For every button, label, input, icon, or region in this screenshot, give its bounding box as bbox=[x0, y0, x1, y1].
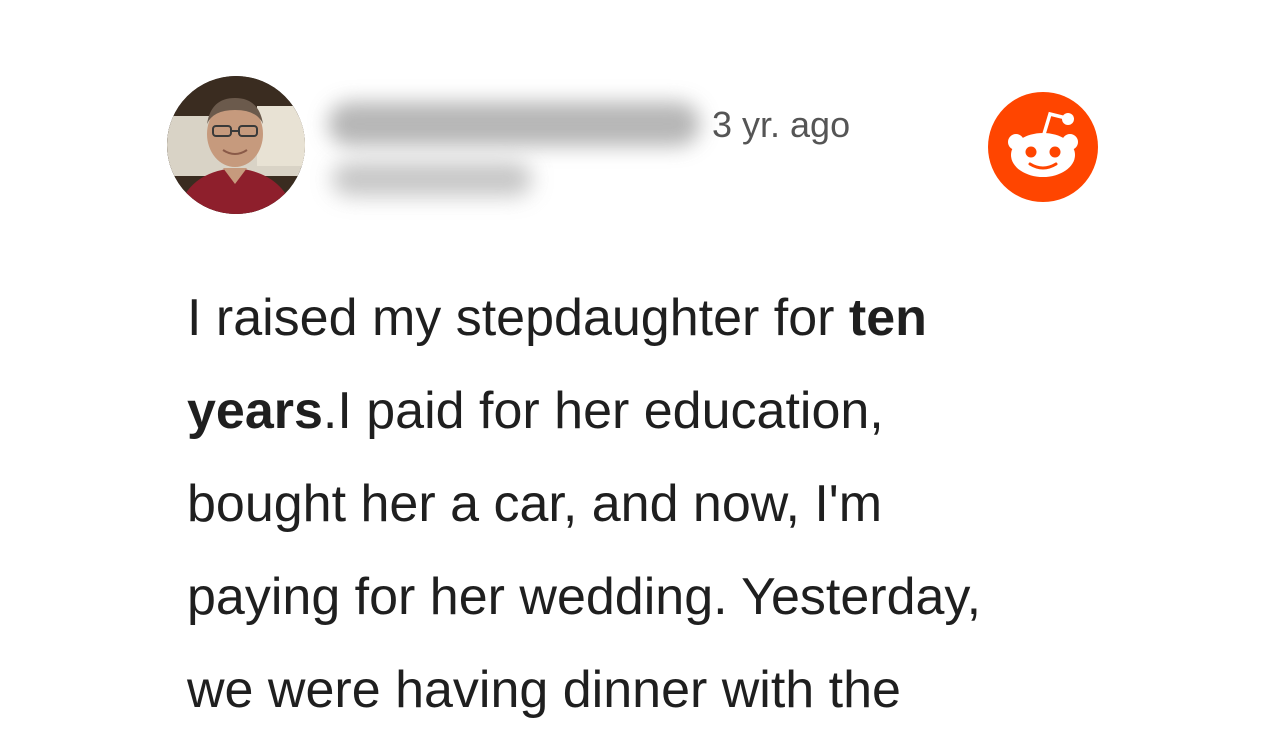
post-line: bought her a car, and now, I'm bbox=[187, 475, 883, 533]
post-line: years.I paid for her education, bbox=[187, 382, 884, 440]
reddit-logo-icon bbox=[988, 92, 1098, 202]
avatar-photo-icon bbox=[167, 76, 305, 214]
post-line: paying for her wedding. Yesterday, bbox=[187, 568, 982, 626]
post-line: we were having dinner with the bbox=[187, 661, 901, 719]
user-avatar[interactable] bbox=[167, 76, 305, 214]
flair-redacted bbox=[332, 162, 532, 196]
post-body-text: I raised my stepdaughter for ten years.I… bbox=[187, 272, 1147, 737]
post-timestamp: 3 yr. ago bbox=[712, 104, 851, 145]
post-line: I raised my stepdaughter for ten bbox=[187, 289, 927, 347]
username-redacted bbox=[328, 102, 700, 146]
